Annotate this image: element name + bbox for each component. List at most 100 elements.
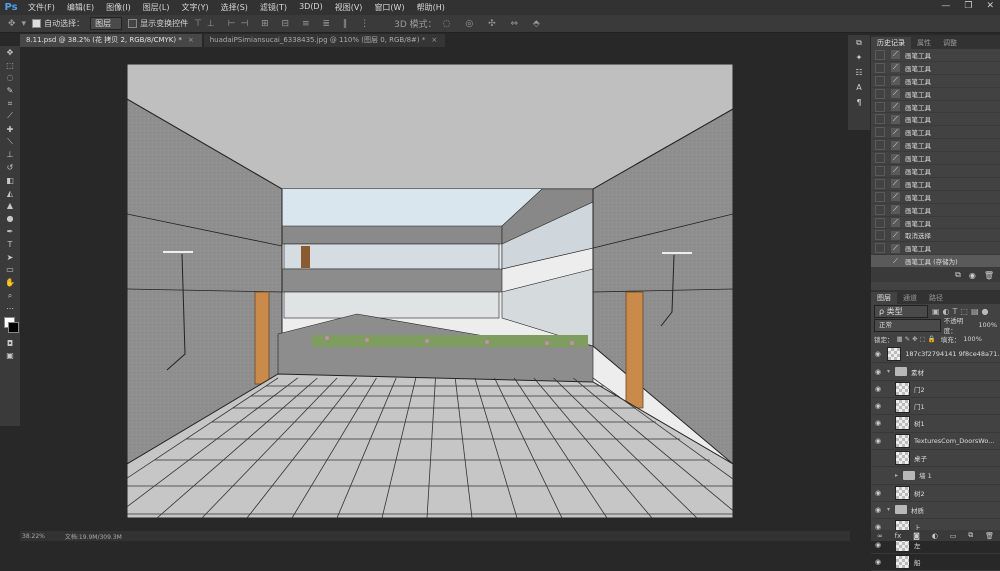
history-checkbox[interactable] [875,101,885,112]
blur-tool-icon[interactable]: ▲ [0,200,20,213]
history-item[interactable]: ⟋ 画笔工具 [871,88,1000,101]
quick-select-tool-icon[interactable]: ✎ [0,84,20,97]
group-icon[interactable]: ▭ [950,532,957,540]
layer-item[interactable]: ◉ 门1 [871,398,1000,416]
history-item[interactable]: ⟋ 画笔工具 [871,139,1000,153]
zoom-level[interactable]: 38.22% [22,533,45,540]
history-checkbox[interactable] [875,230,885,241]
history-item[interactable]: ⟋ 画笔工具 [871,152,1000,166]
history-checkbox[interactable] [875,153,885,164]
tab-paths[interactable]: 路径 [923,292,949,304]
auto-select-dropdown[interactable]: 图层 [90,17,123,30]
opacity-value[interactable]: 100% [978,321,997,329]
tab-history[interactable]: 历史记录 [871,37,911,49]
new-layer-icon[interactable]: ⧉ [968,531,973,540]
fill-value[interactable]: 100% [963,335,982,343]
menu-item[interactable]: 图层(L) [137,2,176,13]
history-icon[interactable]: ⧉ [848,35,870,50]
tools-panel-icon[interactable]: ✦ [848,50,870,65]
close-tab-icon[interactable]: × [188,36,194,44]
doc-size[interactable]: 文档:19.9M/309.3M [65,532,122,541]
fx-icon[interactable]: fx [895,532,902,540]
visibility-eye-icon[interactable]: ◉ [873,506,883,514]
history-checkbox[interactable] [875,88,885,99]
link-icon[interactable]: ∞ [877,532,883,540]
lock-icons[interactable]: ▦✎✥⬚🔒 [897,335,938,343]
snapshot-icon[interactable]: ◉ [969,271,976,280]
quick-mask-icon[interactable]: ◘ [0,337,20,350]
history-checkbox[interactable] [875,140,885,151]
tab-channels[interactable]: 通道 [897,292,923,304]
adjustment-layer-icon[interactable]: ◐ [932,532,938,540]
document-canvas[interactable] [127,64,733,518]
tab-document-2[interactable]: huadaiPSimiansucai_6338435.jpg @ 110% (图… [203,34,446,47]
more-tools-icon[interactable]: ⋯ [0,302,20,315]
history-item[interactable]: ⟋ 画笔工具 [871,204,1000,217]
menu-item[interactable]: 视图(V) [329,2,369,13]
close-window-button[interactable]: ✕ [986,1,994,11]
character-icon[interactable]: A [848,80,870,95]
type-tool-icon[interactable]: T [0,238,20,251]
tab-adjustments[interactable]: 调整 [937,37,963,49]
history-item[interactable]: ⟋ 画笔工具 [871,242,1000,256]
layer-item[interactable]: ◉ 门2 [871,381,1000,399]
history-item[interactable]: ⟋ 画笔工具 [871,178,1000,191]
delete-state-icon[interactable]: 🗑 [984,271,994,280]
path-select-tool-icon[interactable]: ➤ [0,251,20,264]
layer-item[interactable]: ◉ 187c3f2794141 9f8ce48a71... [871,346,1000,364]
move-tool-icon[interactable]: ✥ [0,46,20,59]
menu-item[interactable]: 3D(D) [293,2,329,13]
menu-item[interactable]: 文字(Y) [175,2,214,13]
tab-layers[interactable]: 图层 [871,292,897,305]
history-item[interactable]: ⟋ 画笔工具 [871,126,1000,140]
menu-item[interactable]: 帮助(H) [411,2,451,13]
menu-item[interactable]: 滤镜(T) [254,2,293,13]
layer-item[interactable]: ◉ TexturesCom_DoorsWo... [871,433,1000,450]
marquee-tool-icon[interactable]: ⬚ [0,59,20,72]
minimize-button[interactable]: — [941,1,950,11]
history-checkbox[interactable] [875,127,885,138]
menu-item[interactable]: 窗口(W) [368,2,410,13]
show-transform-checkbox[interactable]: 显示变换控件 [128,18,188,29]
stamp-tool-icon[interactable]: ⊥ [0,148,20,161]
lasso-tool-icon[interactable]: ◌ [0,72,20,85]
tab-document-1[interactable]: 8.11.psd @ 38.2% (花 拷贝 2, RGB/8/CMYK) * × [20,34,202,47]
new-document-from-state-icon[interactable]: ⧉ [955,270,961,280]
tab-properties[interactable]: 属性 [911,37,937,49]
auto-select-checkbox[interactable]: 自动选择： [32,18,84,29]
history-checkbox[interactable] [875,243,885,254]
visibility-eye-icon[interactable]: ◉ [873,558,883,566]
visibility-eye-icon[interactable]: ◉ [873,489,883,497]
dodge-tool-icon[interactable]: ● [0,212,20,225]
menu-item[interactable]: 文件(F) [22,2,61,13]
history-checkbox[interactable] [875,256,885,267]
visibility-eye-icon[interactable]: ◉ [873,402,883,410]
visibility-eye-icon[interactable]: ◉ [873,437,883,445]
history-checkbox[interactable] [875,204,885,215]
menu-item[interactable]: 选择(S) [215,2,254,13]
layer-item[interactable]: 桌子 [871,450,1000,468]
brush-tool-icon[interactable]: ⟍ [0,136,20,149]
crop-tool-icon[interactable]: ⌗ [0,97,20,110]
history-brush-tool-icon[interactable]: ↺ [0,161,20,174]
hand-tool-icon[interactable]: ✋ [0,276,20,289]
history-item[interactable]: ⟋ 画笔工具 (存储为) [871,255,1000,269]
color-swatches-icon[interactable] [0,315,20,337]
screen-mode-icon[interactable]: ▣ [0,350,20,363]
shape-tool-icon[interactable]: ▭ [0,264,20,277]
history-item[interactable]: ⟋ 画笔工具 [871,191,1000,204]
chevron-down-icon[interactable]: ▾ [887,368,895,375]
align-icons[interactable]: ⊤⊥ ⊢⊣ ⊞ ⊟ ≡ ≣ ‖ ⋮ [194,19,374,29]
history-item[interactable]: ⟋ 画笔工具 [871,101,1000,114]
layer-group[interactable]: ◉ ▾ 素材 [871,363,1000,381]
mask-icon[interactable]: ◙ [913,532,920,540]
layer-item[interactable]: ◉ 树1 [871,415,1000,433]
history-checkbox[interactable] [875,191,885,202]
close-tab-icon[interactable]: × [431,36,437,44]
history-item[interactable]: ⟋ 画笔工具 [871,62,1000,75]
history-checkbox[interactable] [875,62,885,73]
visibility-eye-icon[interactable]: ◉ [873,368,883,376]
visibility-eye-icon[interactable]: ◉ [873,419,883,427]
visibility-eye-icon[interactable]: ◉ [873,350,883,358]
pen-tool-icon[interactable]: ✒ [0,225,20,238]
